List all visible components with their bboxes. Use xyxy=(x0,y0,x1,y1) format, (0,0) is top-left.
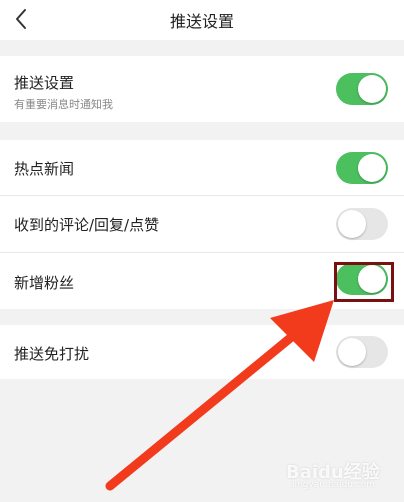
setting-label-comments: 收到的评论/回复/点赞 xyxy=(14,216,160,234)
setting-sublabel-push: 有重要消息时通知我 xyxy=(14,98,113,111)
toggle-push[interactable] xyxy=(336,73,388,105)
toggle-dnd[interactable] xyxy=(336,336,388,368)
setting-row-comments[interactable]: 收到的评论/回复/点赞 xyxy=(0,196,404,253)
watermark-logo: Baidu经验 jingyan.baidu.com xyxy=(286,458,398,496)
top-nav-bar: 推送设置 xyxy=(0,0,404,40)
settings-group-dnd: 推送免打扰 xyxy=(0,325,404,379)
setting-row-hot-news[interactable]: 热点新闻 xyxy=(0,140,404,196)
highlight-box xyxy=(334,262,394,302)
setting-label-hot-news: 热点新闻 xyxy=(14,160,75,178)
toggle-knob xyxy=(338,338,366,366)
toggle-hot-news[interactable] xyxy=(336,152,388,184)
toggle-knob xyxy=(358,154,386,182)
setting-label-new-fans: 新增粉丝 xyxy=(14,274,75,292)
page-title: 推送设置 xyxy=(169,12,234,31)
toggle-comments[interactable] xyxy=(336,208,388,240)
toggle-knob xyxy=(338,210,366,238)
setting-label-push: 推送设置 xyxy=(14,74,75,92)
setting-row-dnd[interactable]: 推送免打扰 xyxy=(0,325,404,379)
setting-label-dnd: 推送免打扰 xyxy=(14,345,90,363)
setting-row-push[interactable]: 推送设置 有重要消息时通知我 xyxy=(0,56,404,122)
toggle-knob xyxy=(358,75,386,103)
settings-group-main: 推送设置 有重要消息时通知我 xyxy=(0,56,404,122)
watermark-subtext: jingyan.baidu.com xyxy=(292,480,376,490)
